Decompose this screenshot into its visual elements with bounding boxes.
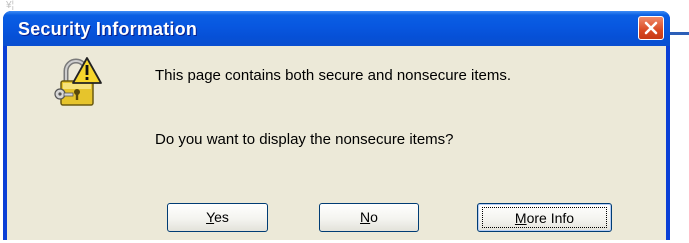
more-info-button[interactable]: More Info [477, 203, 612, 232]
question-text: Do you want to display the nonsecure ite… [155, 131, 454, 148]
dialog-body: This page contains both secure and nonse… [7, 46, 666, 240]
close-icon [644, 21, 658, 35]
lock-warning-icon [53, 56, 103, 115]
no-label: o [370, 209, 378, 225]
more-info-mnemonic: M [514, 210, 527, 226]
yes-label: es [214, 209, 229, 225]
no-button[interactable]: No [319, 203, 419, 232]
yes-mnemonic: Y [206, 209, 215, 225]
security-information-dialog: Security Information This page contains … [3, 11, 670, 240]
more-info-label: ore Info [526, 210, 575, 226]
background-line [670, 32, 689, 35]
message-text: This page contains both secure and nonse… [155, 67, 512, 84]
background-text: ¥¦ [6, 0, 15, 11]
focus-rect: More Info [482, 207, 607, 228]
dialog-title: Security Information [18, 19, 198, 39]
title-bar[interactable]: Security Information [3, 11, 670, 46]
yes-button[interactable]: Yes [167, 203, 268, 232]
no-mnemonic: N [360, 209, 371, 225]
close-button[interactable] [638, 16, 664, 40]
